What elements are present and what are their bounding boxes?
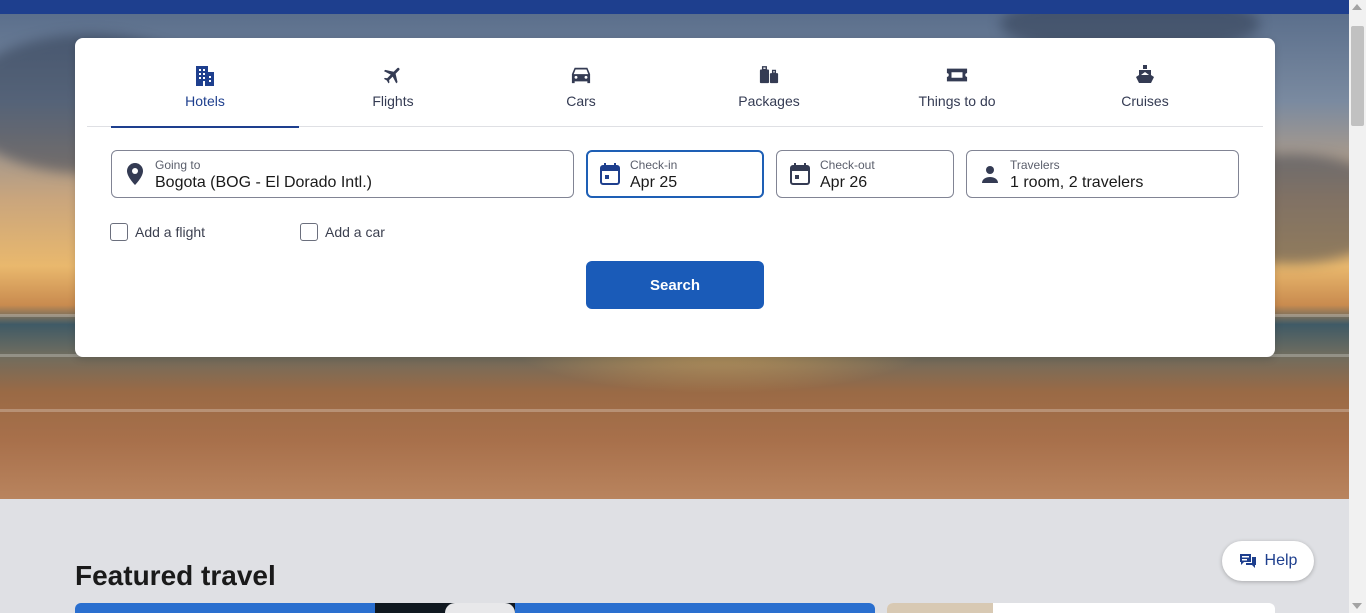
travelers-field[interactable]: Travelers 1 room, 2 travelers	[966, 150, 1239, 198]
cruise-ship-icon	[1133, 63, 1157, 87]
tab-label: Packages	[738, 93, 800, 109]
travelers-label: Travelers	[1010, 158, 1060, 172]
car-icon	[569, 63, 593, 87]
tab-cruises[interactable]: Cruises	[1051, 38, 1239, 127]
tab-label: Hotels	[185, 93, 225, 109]
person-icon	[979, 163, 1001, 185]
add-car-label: Add a car	[325, 224, 385, 240]
check-in-value: Apr 25	[630, 174, 678, 191]
hotel-icon	[193, 63, 217, 87]
tab-flights[interactable]: Flights	[299, 38, 487, 127]
going-to-label: Going to	[155, 158, 201, 172]
plane-icon	[381, 63, 405, 87]
tab-cars[interactable]: Cars	[487, 38, 675, 127]
help-label: Help	[1264, 552, 1298, 569]
scrollbar-thumb[interactable]	[1351, 26, 1364, 126]
tab-hotels[interactable]: Hotels	[111, 38, 299, 128]
chat-bubbles-icon	[1239, 552, 1257, 570]
calendar-icon	[789, 163, 811, 185]
add-flight-checkbox[interactable]: Add a flight	[110, 223, 205, 241]
check-out-field[interactable]: Check-out Apr 26	[776, 150, 954, 198]
featured-card-image	[887, 603, 993, 613]
check-in-field[interactable]: Check-in Apr 25	[586, 150, 764, 198]
add-flight-label: Add a flight	[135, 224, 206, 240]
scroll-up-arrow-icon[interactable]	[1352, 4, 1362, 10]
tab-label: Cars	[566, 93, 596, 109]
check-out-label: Check-out	[820, 158, 875, 172]
going-to-value: Bogota (BOG - El Dorado Intl.)	[155, 174, 372, 191]
checkbox-box[interactable]	[110, 223, 128, 241]
featured-travel-heading: Featured travel	[75, 560, 276, 591]
check-in-label: Check-in	[630, 158, 678, 172]
calendar-icon	[599, 163, 621, 185]
ticket-icon	[945, 63, 969, 87]
top-navigation-bar	[0, 0, 1349, 14]
travelers-value: 1 room, 2 travelers	[1010, 174, 1144, 191]
search-card: Hotels Flights Cars Packages Things to d…	[75, 38, 1275, 357]
tab-label: Things to do	[918, 93, 996, 109]
checkbox-box[interactable]	[300, 223, 318, 241]
search-button[interactable]: Search	[586, 261, 764, 309]
tab-label: Cruises	[1121, 93, 1169, 109]
help-button[interactable]: Help	[1222, 541, 1314, 581]
tab-packages[interactable]: Packages	[675, 38, 863, 127]
tab-things-to-do[interactable]: Things to do	[863, 38, 1051, 127]
scroll-down-arrow-icon[interactable]	[1352, 603, 1362, 609]
featured-card-secondary[interactable]	[887, 603, 1275, 613]
featured-card-image-part	[445, 603, 515, 613]
product-tabs: Hotels Flights Cars Packages Things to d…	[87, 38, 1263, 128]
featured-card-main[interactable]	[75, 603, 875, 613]
going-to-field[interactable]: Going to Bogota (BOG - El Dorado Intl.)	[111, 150, 574, 198]
check-out-value: Apr 26	[820, 174, 868, 191]
tab-label: Flights	[372, 93, 414, 109]
location-pin-icon	[124, 163, 146, 185]
add-car-checkbox[interactable]: Add a car	[300, 223, 385, 241]
packages-icon	[757, 63, 781, 87]
